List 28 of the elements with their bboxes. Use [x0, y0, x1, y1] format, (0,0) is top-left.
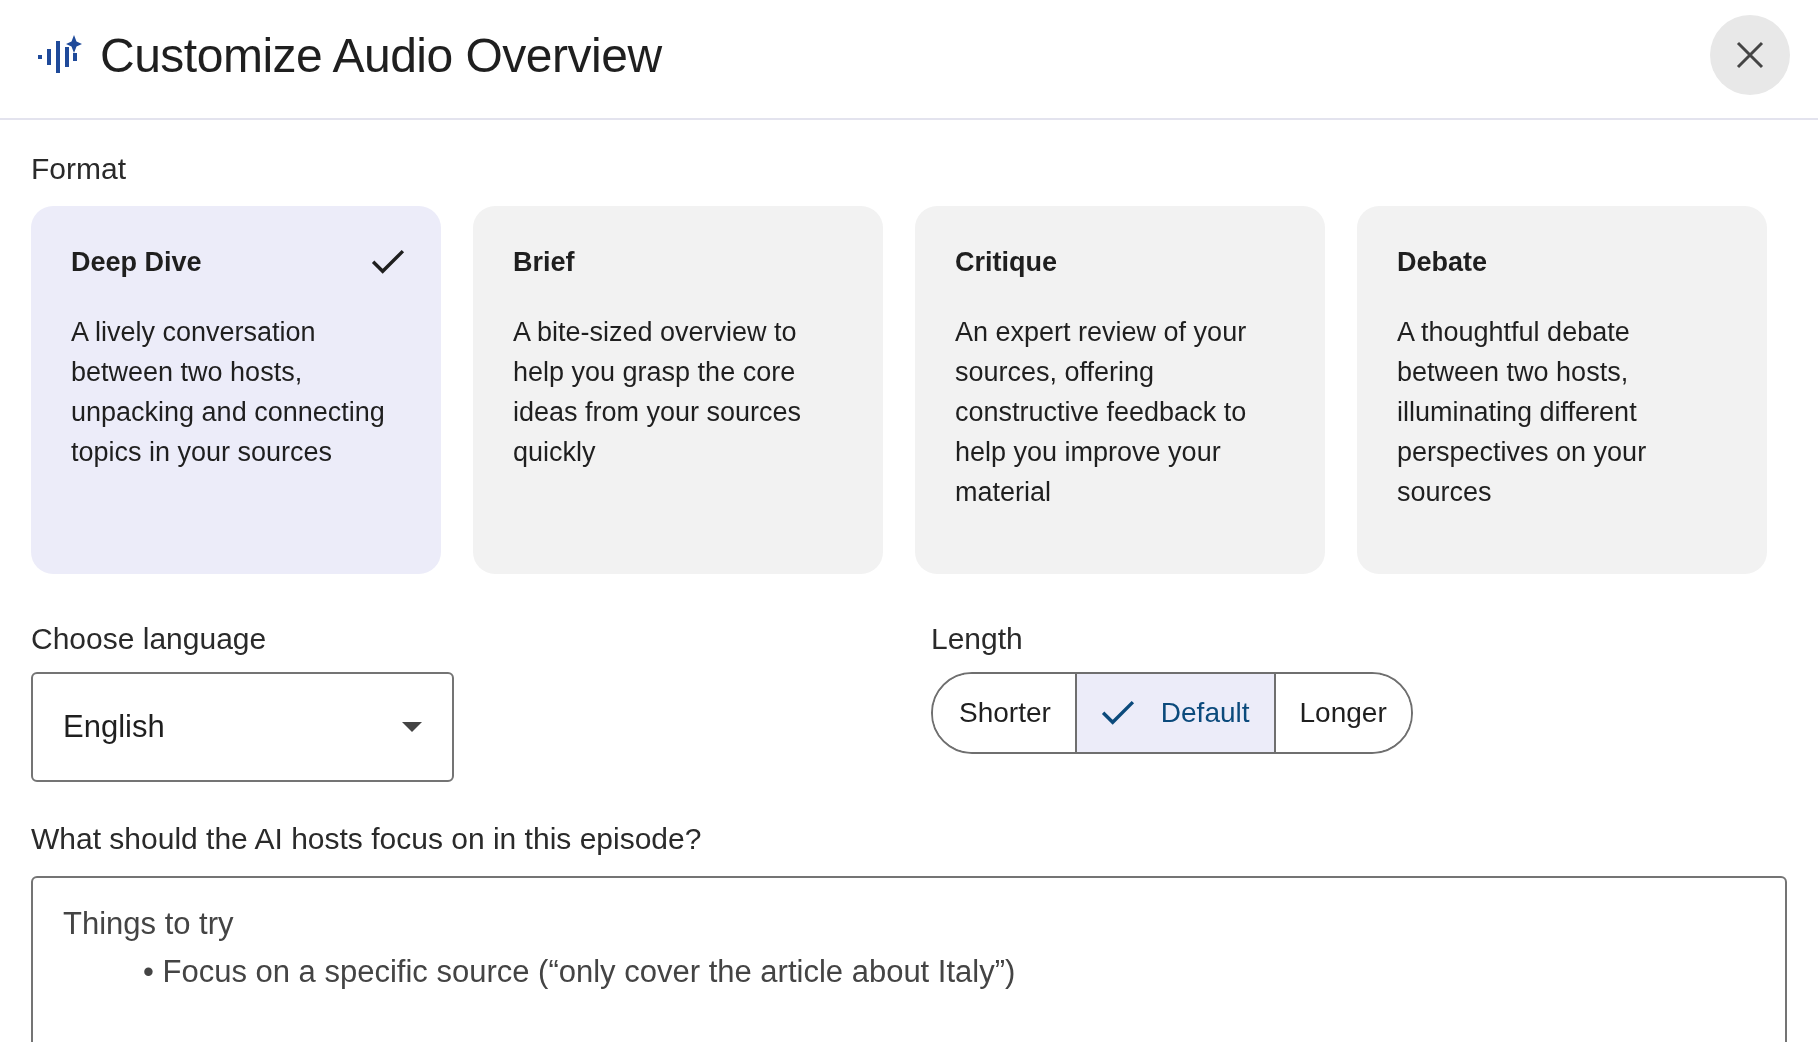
hint-text: • Focus on a specific source (“only cover the article about Italy”) — [142, 954, 1017, 990]
check-icon — [1100, 700, 1135, 726]
format-card[interactable]: Critique An expert review of your sources, offering constructive feedback to help you improve your material — [915, 206, 1325, 574]
card-description: A thoughtful debate between two hosts, illuminating different perspectives on your sources — [1397, 316, 1648, 509]
section-label: Choose language — [31, 622, 268, 656]
length-option[interactable]: Default — [1074, 674, 1274, 752]
language-dropdown[interactable]: English — [31, 672, 454, 782]
section-label: Length — [931, 622, 1024, 656]
card-title: Critique — [955, 246, 1057, 278]
card-title: Debate — [1397, 246, 1488, 278]
format-card[interactable]: Debate A thoughtful debate between two hosts, illuminating different perspectives on your sources — [1357, 206, 1767, 574]
section-label: Format — [31, 152, 127, 186]
section-label: What should the AI hosts focus on in this episode? — [31, 822, 703, 856]
dropdown-arrow-icon — [402, 722, 422, 732]
audio-sparkle-icon — [38, 35, 82, 75]
dialog-title: Customize Audio Overview — [100, 27, 663, 83]
check-icon — [371, 249, 405, 275]
card-description: An expert review of your sources, offering constructive feedback to help you improve your material — [955, 316, 1248, 509]
format-card[interactable]: Deep Dive A lively conversation between two hosts, unpacking and connecting topics in your sources — [31, 206, 441, 574]
card-title: Deep Dive — [71, 246, 202, 278]
close-icon — [1736, 41, 1764, 69]
length-option[interactable]: Longer — [1273, 674, 1411, 752]
focus-field[interactable]: Things to try • Focus on a specific source (“only cover the article about Italy”) — [31, 876, 1787, 1042]
card-title: Brief — [513, 246, 575, 278]
card-description: A bite-sized overview to help you grasp the core ideas from your sources quickly — [513, 316, 803, 469]
card-description: A lively conversation between two hosts, unpacking and connecting topics in your sources — [71, 316, 386, 469]
format-card[interactable]: Brief A bite-sized overview to help you grasp the core ideas from your sources quickly — [473, 206, 883, 574]
text-input[interactable]: Things to try — [63, 906, 1755, 946]
